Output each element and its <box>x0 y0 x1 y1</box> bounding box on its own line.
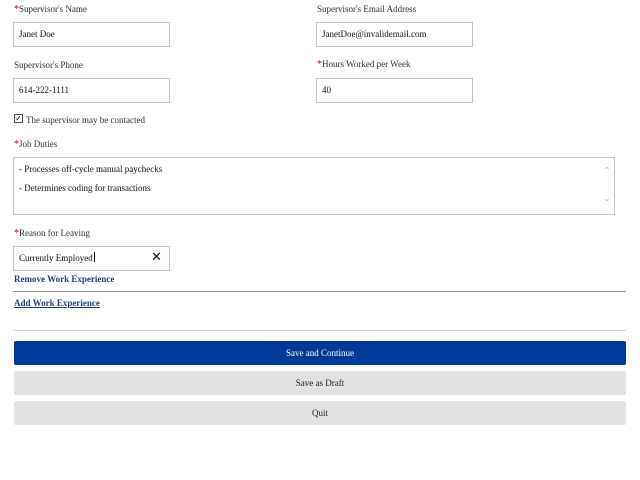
scroll-up-icon[interactable]: ⌃ <box>603 167 611 175</box>
save-and-continue-button[interactable]: Save and Continue <box>14 341 626 365</box>
quit-button[interactable]: Quit <box>14 401 626 425</box>
job-duties-scrollbar[interactable]: ⌃ ⌄ <box>600 158 614 214</box>
supervisor-phone-input[interactable]: 614-222-1111 <box>13 78 170 103</box>
may-contact-label: The supervisor may be contacted <box>26 115 145 125</box>
reason-for-leaving-value: Currently Employed <box>19 253 93 263</box>
text-cursor <box>93 252 95 262</box>
job-duties-textarea[interactable]: - Processes off-cycle manual paychecks -… <box>13 157 615 215</box>
supervisor-email-label: Supervisor's Email Address <box>317 4 417 14</box>
scroll-down-icon[interactable]: ⌄ <box>603 195 611 203</box>
hours-per-week-label: *Hours Worked per Week <box>317 58 410 71</box>
clear-icon[interactable]: ✕ <box>151 251 162 265</box>
add-work-experience-link[interactable]: Add Work Experience <box>14 298 100 308</box>
divider <box>13 291 626 292</box>
supervisor-name-input[interactable]: Janet Doe <box>13 22 170 47</box>
job-duties-label: *Job Duties <box>14 138 57 151</box>
job-duties-label-text: Job Duties <box>19 139 58 149</box>
reason-for-leaving-label-text: Reason for Leaving <box>19 228 90 238</box>
job-duties-line: - Processes off-cycle manual paychecks <box>19 164 163 174</box>
may-contact-checkbox[interactable]: ✓ <box>14 114 23 123</box>
supervisor-name-label-text: Supervisor's Name <box>19 4 87 14</box>
reason-for-leaving-label: *Reason for Leaving <box>14 227 90 240</box>
save-as-draft-button[interactable]: Save as Draft <box>14 371 626 395</box>
reason-for-leaving-input[interactable]: Currently Employed <box>13 246 170 271</box>
remove-work-experience-link[interactable]: Remove Work Experience <box>14 274 114 284</box>
job-duties-line: - Determines coding for transactions <box>19 183 151 193</box>
divider <box>13 330 626 331</box>
hours-per-week-label-text: Hours Worked per Week <box>322 59 411 69</box>
supervisor-name-label: *Supervisor's Name <box>14 3 87 16</box>
hours-per-week-input[interactable]: 40 <box>316 78 473 103</box>
supervisor-email-input[interactable]: JanetDoe@invalidemail.com <box>316 22 473 47</box>
supervisor-phone-label: Supervisor's Phone <box>14 60 83 70</box>
